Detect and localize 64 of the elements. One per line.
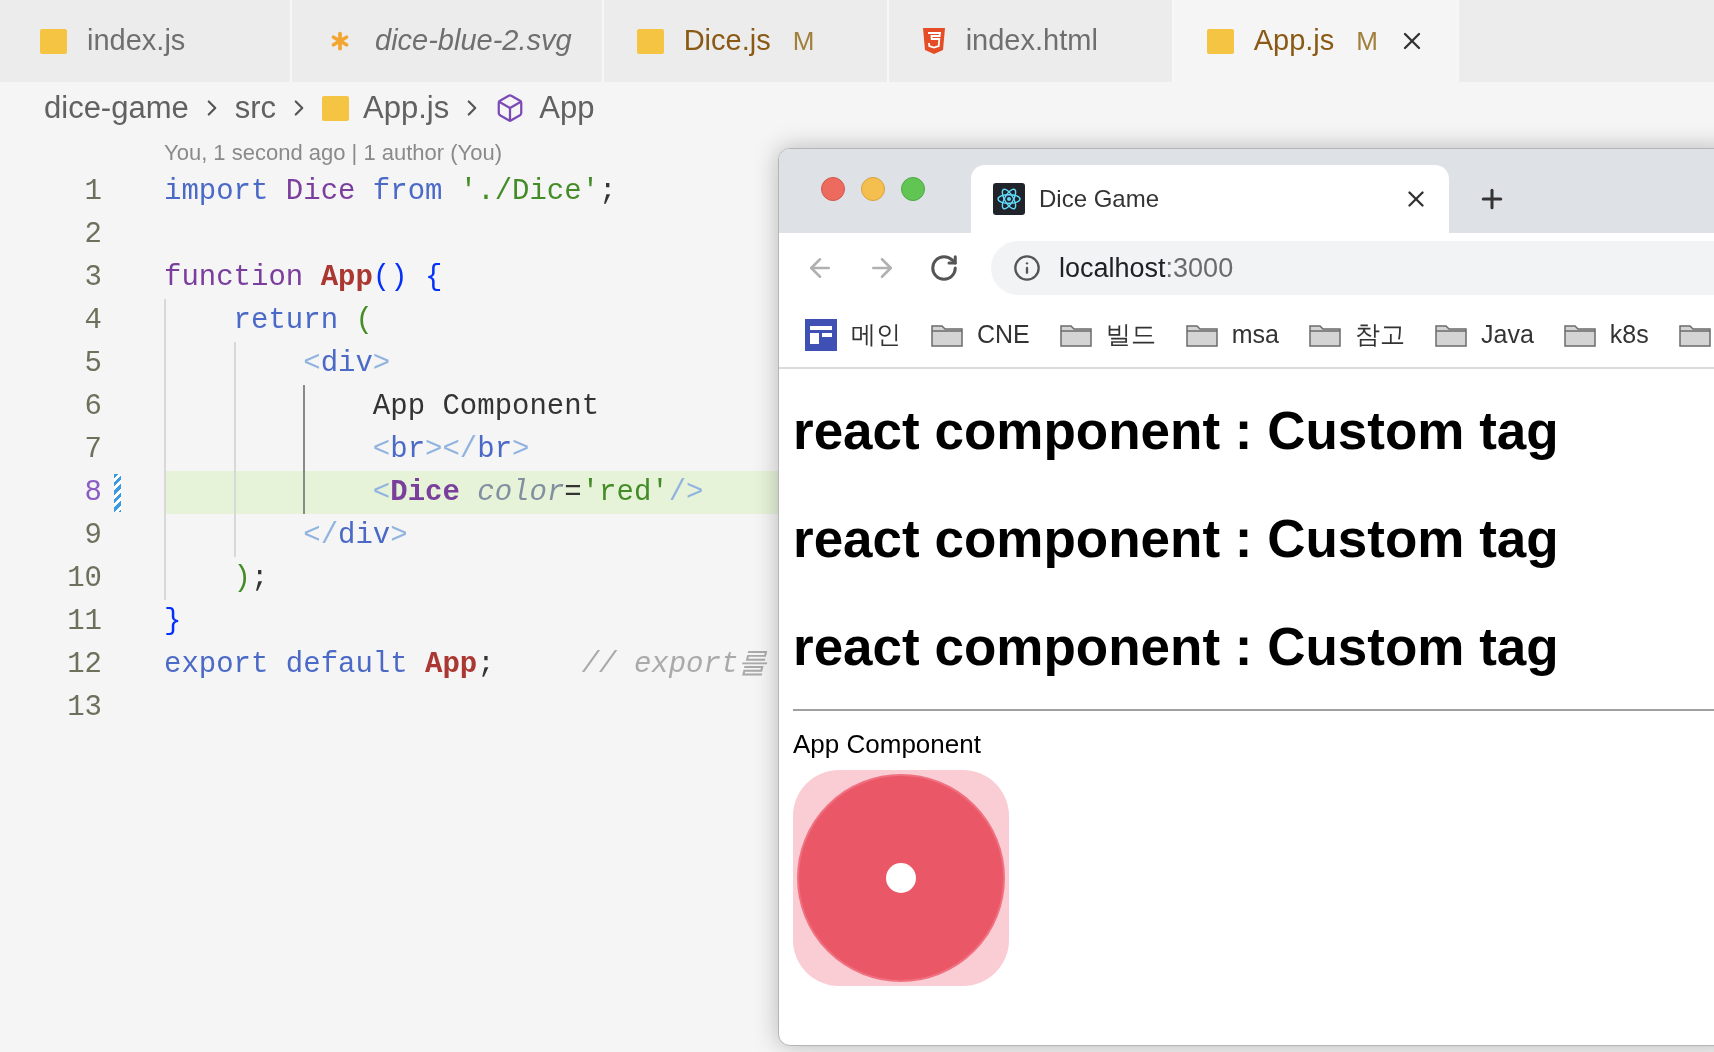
line-number: 4 — [83, 302, 102, 339]
line-number: 13 — [66, 689, 102, 726]
folder-icon — [1185, 323, 1218, 347]
file-icon — [40, 28, 67, 54]
bookmark[interactable]: k8s — [1563, 316, 1649, 354]
folder-icon — [1059, 323, 1092, 347]
code-text: } — [164, 603, 182, 640]
code-text: </div> — [302, 517, 408, 554]
maximize-window-button[interactable] — [901, 177, 925, 201]
page-heading: react component : Custom tag — [793, 400, 1560, 463]
page-heading: react component : Custom tag — [793, 616, 1560, 679]
bookmark[interactable] — [1678, 323, 1711, 347]
app-icon — [805, 319, 837, 351]
breadcrumb-item[interactable]: App — [495, 84, 595, 132]
file-icon — [1206, 28, 1234, 54]
folder-icon — [1435, 323, 1468, 347]
code-text: ); — [232, 560, 269, 597]
folder-icon — [1563, 323, 1596, 347]
info-icon[interactable] — [1013, 254, 1041, 282]
code-text: function App() { — [164, 259, 443, 296]
address-bar[interactable]: localhost:3000 — [991, 241, 1714, 295]
line-number: 1 — [83, 173, 102, 210]
bookmark[interactable]: 메인 — [805, 316, 901, 354]
bookmark[interactable]: 참고 — [1309, 316, 1406, 354]
bookmark[interactable]: CNE — [931, 316, 1030, 354]
line-number: 5 — [83, 345, 102, 382]
line-number: 3 — [83, 259, 102, 296]
bookmark[interactable]: msa — [1185, 316, 1280, 354]
file-icon — [636, 28, 664, 54]
line-number: 12 — [66, 646, 102, 683]
breadcrumb-item[interactable]: dice-game — [44, 84, 189, 132]
atom-icon — [993, 183, 1025, 215]
line-number: 8 — [83, 474, 102, 511]
reload-icon[interactable] — [929, 253, 959, 283]
browser-tab[interactable]: Dice Game — [971, 165, 1449, 233]
code-text: import Dice from './Dice'; — [164, 173, 617, 210]
folder-icon — [1678, 323, 1711, 347]
line-number: 2 — [83, 216, 102, 253]
code-text: App Component — [371, 388, 600, 425]
folder-icon — [1309, 323, 1342, 347]
code-text: <Dice color='red'/> — [371, 474, 704, 511]
breadcrumb-item[interactable]: App.js — [322, 84, 450, 132]
modified-label: M — [1356, 24, 1378, 58]
file-icon — [322, 95, 350, 121]
line-number: 7 — [83, 431, 102, 468]
blame-annotation: You, 1 second ago | 1 author (You) — [164, 138, 502, 167]
code-text: <br></br> — [371, 431, 530, 468]
code-text: return ( — [232, 302, 373, 339]
editor-tab[interactable]: App.js M — [1173, 0, 1459, 82]
breadcrumb-item[interactable]: src — [234, 84, 277, 132]
page-heading: react component : Custom tag — [793, 508, 1560, 571]
modified-label: M — [792, 24, 815, 58]
shield-icon — [921, 27, 946, 55]
code-text: export default App; // export를 — [164, 646, 768, 683]
bookmark[interactable]: Java — [1435, 316, 1534, 354]
page-text: App Component — [793, 728, 982, 761]
line-number: 11 — [66, 603, 102, 640]
close-window-button[interactable] — [821, 177, 845, 201]
line-number: 10 — [66, 560, 102, 597]
folder-icon — [931, 323, 963, 347]
line-number: 9 — [83, 517, 102, 554]
bookmark[interactable]: 빌드 — [1059, 316, 1156, 354]
line-number: 6 — [83, 388, 102, 425]
code-text: <div> — [302, 345, 391, 382]
